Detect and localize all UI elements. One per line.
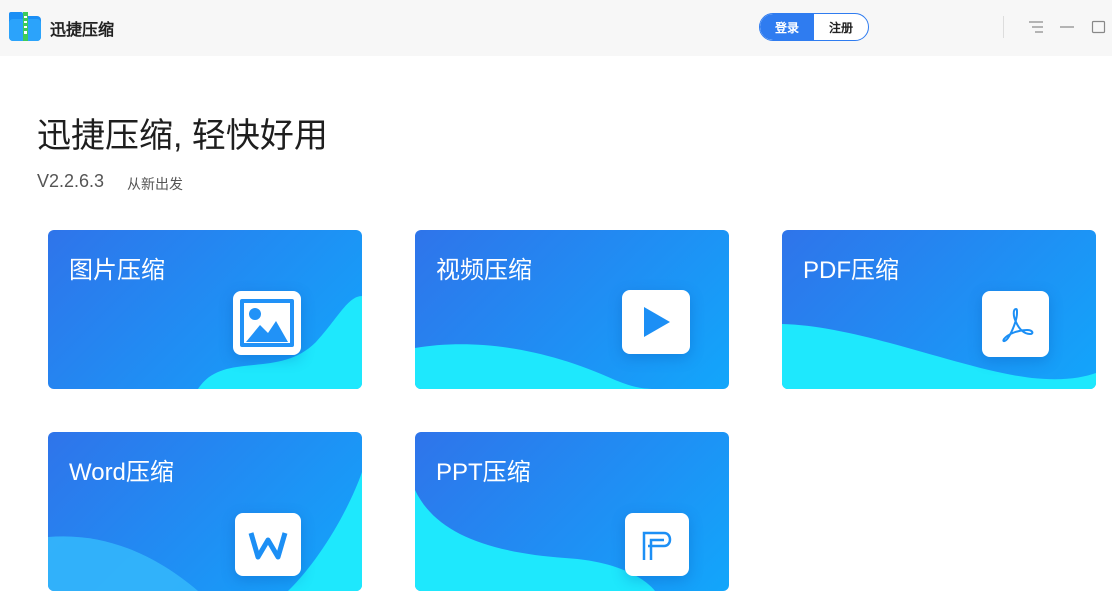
ppt-icon: [642, 531, 672, 560]
card-label: PPT压缩: [436, 459, 531, 486]
card-label: 图片压缩: [69, 257, 165, 284]
image-compress-card[interactable]: 图片压缩: [48, 230, 362, 389]
register-button[interactable]: 注册: [814, 14, 868, 40]
app-title: 迅捷压缩: [50, 22, 115, 39]
card-label: Word压缩: [69, 459, 174, 486]
title-bar: 迅捷压缩 登录 注册: [0, 0, 1112, 56]
word-tile: [235, 513, 301, 576]
version-label: V2.2.6.3: [37, 171, 105, 191]
word-icon: [248, 531, 288, 559]
login-button[interactable]: 登录: [760, 14, 814, 40]
card-label: PDF压缩: [803, 257, 899, 284]
image-icon: [240, 299, 294, 347]
pdf-tile: [982, 291, 1049, 357]
page-title: 迅捷压缩, 轻快好用: [37, 117, 328, 155]
card-label: 视频压缩: [436, 257, 532, 284]
auth-toggle: 登录 注册: [759, 13, 869, 41]
title-bar-divider: [1003, 16, 1004, 38]
video-tile: [622, 290, 690, 354]
app-logo-icon: [9, 12, 41, 41]
ppt-compress-card[interactable]: PPT压缩: [415, 432, 729, 591]
pdf-compress-card[interactable]: PDF压缩: [782, 230, 1096, 389]
word-compress-card[interactable]: Word压缩: [48, 432, 362, 591]
play-icon: [644, 307, 670, 337]
maximize-icon[interactable]: [1090, 18, 1108, 36]
image-tile: [233, 291, 301, 355]
minimize-icon[interactable]: [1058, 18, 1076, 36]
ppt-tile: [625, 513, 689, 576]
tagline: 从新出发: [127, 176, 183, 192]
menu-icon[interactable]: [1027, 18, 1045, 36]
video-compress-card[interactable]: 视频压缩: [415, 230, 729, 389]
pdf-icon: [1001, 307, 1033, 343]
